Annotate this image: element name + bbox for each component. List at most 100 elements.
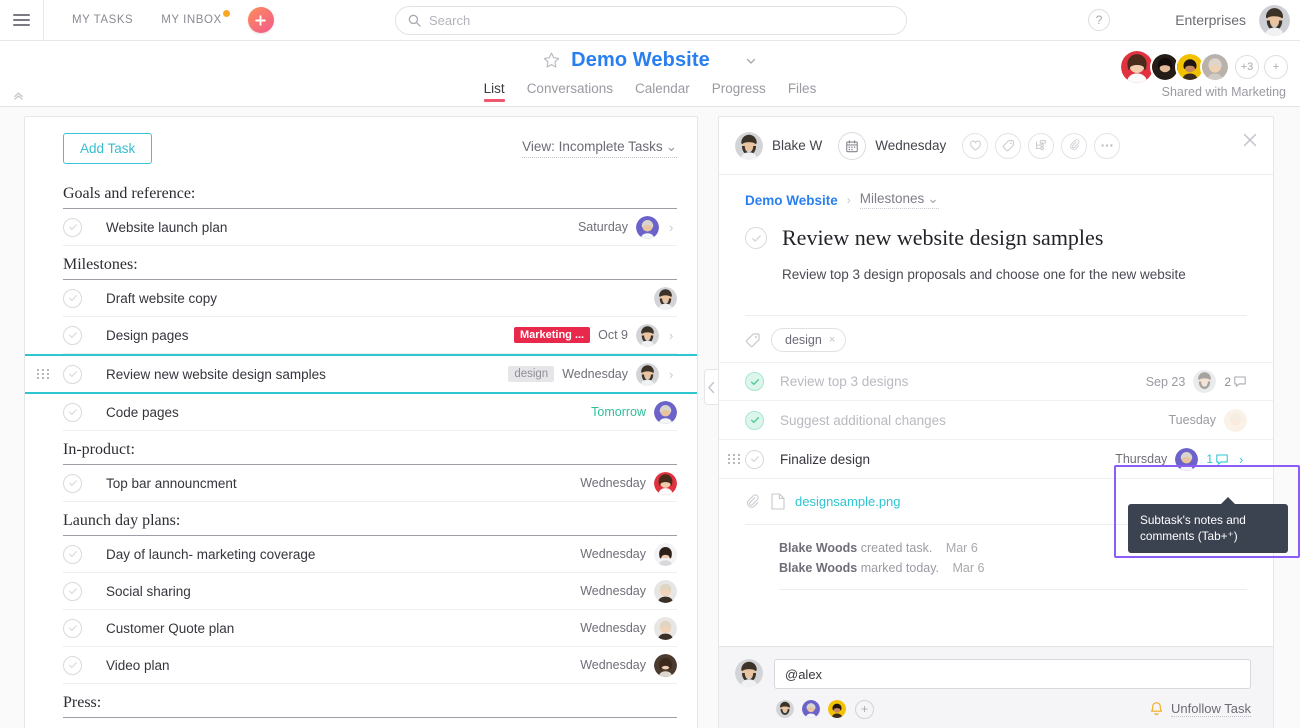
list-item-selected[interactable]: Finalize design Thursday 1 › [719, 440, 1273, 480]
assignee-name[interactable]: Blake W [772, 138, 822, 153]
search-box[interactable] [395, 6, 907, 35]
table-row[interactable]: Draft website copy [63, 280, 677, 317]
subtask-comment-count[interactable]: 1 [1206, 452, 1229, 466]
follower-avatar[interactable] [800, 698, 822, 720]
breadcrumb-section[interactable]: Milestones ⌄ [859, 191, 939, 209]
more-icon[interactable] [1094, 132, 1121, 159]
task-complete-checkbox[interactable] [63, 581, 82, 601]
add-follower-button[interactable]: + [855, 699, 874, 719]
hamburger-menu-icon[interactable] [0, 0, 44, 41]
list-item[interactable]: Review top 3 designs Sep 23 2 [719, 362, 1273, 402]
nav-my-tasks[interactable]: MY TASKS [58, 0, 147, 41]
avatar[interactable] [1175, 447, 1199, 471]
table-row[interactable]: Video plan Wednesday [63, 647, 677, 684]
subtask-icon[interactable] [1028, 132, 1055, 159]
task-complete-checkbox[interactable] [63, 473, 82, 493]
table-row[interactable]: Day of launch- marketing coverage Wednes… [63, 536, 677, 573]
task-project-tag[interactable]: Marketing ... [513, 327, 591, 343]
assignee-avatar[interactable] [735, 131, 763, 160]
avatar[interactable] [654, 542, 677, 566]
task-due-date[interactable]: Wednesday [875, 138, 946, 153]
attachment-icon[interactable] [1061, 132, 1088, 159]
current-user-avatar[interactable] [735, 659, 763, 687]
subtask-complete-checkbox[interactable] [745, 372, 764, 392]
table-row[interactable]: Top bar announcment Wednesday [63, 465, 677, 502]
avatar[interactable] [636, 323, 659, 347]
member-avatar[interactable] [1200, 52, 1230, 82]
nav-my-inbox[interactable]: MY INBOX [147, 0, 235, 41]
view-filter-dropdown[interactable]: View: Incomplete Tasks ⌄ [522, 139, 677, 158]
avatar[interactable] [654, 653, 677, 677]
avatar[interactable] [654, 286, 677, 310]
comment-input[interactable] [774, 659, 1251, 689]
follower-avatar[interactable] [826, 698, 848, 720]
avatar[interactable] [654, 400, 677, 424]
table-row-selected[interactable]: Review new website design samples design… [25, 354, 697, 394]
task-complete-checkbox[interactable] [745, 227, 767, 249]
tab-conversations[interactable]: Conversations [527, 81, 613, 102]
task-complete-checkbox[interactable] [63, 217, 82, 237]
task-complete-checkbox[interactable] [63, 288, 82, 308]
table-row[interactable]: Website launch plan Saturday › [63, 209, 677, 246]
add-member-button[interactable]: + [1264, 55, 1288, 79]
avatar[interactable] [1224, 408, 1247, 432]
table-row[interactable]: Customer Quote plan Wednesday [63, 610, 677, 647]
avatar[interactable] [654, 471, 677, 495]
subtask-complete-checkbox[interactable] [745, 410, 764, 430]
task-complete-checkbox[interactable] [63, 325, 82, 345]
quick-add-button[interactable] [247, 7, 274, 33]
avatar[interactable] [1193, 370, 1217, 394]
check-icon [750, 456, 759, 463]
task-complete-checkbox[interactable] [63, 544, 82, 564]
breadcrumb-project[interactable]: Demo Website [745, 193, 838, 208]
tab-files[interactable]: Files [788, 81, 817, 102]
tab-list[interactable]: List [483, 81, 505, 102]
chevron-right-icon[interactable]: › [1239, 452, 1247, 467]
collapse-detail-panel-button[interactable] [704, 369, 718, 405]
chevron-right-icon[interactable]: › [669, 367, 677, 382]
subtask-complete-checkbox[interactable] [745, 449, 764, 469]
task-title[interactable]: Review new website design samples [782, 225, 1103, 251]
due-date-button[interactable] [838, 131, 867, 160]
remove-tag-icon[interactable]: × [829, 334, 835, 346]
check-icon [68, 332, 77, 339]
current-user-avatar[interactable] [1259, 5, 1290, 36]
task-tag-pill[interactable]: design × [771, 328, 847, 353]
task-complete-checkbox[interactable] [63, 402, 82, 422]
tab-calendar[interactable]: Calendar [635, 81, 690, 102]
star-outline-icon[interactable] [542, 51, 561, 70]
task-complete-checkbox[interactable] [63, 364, 82, 384]
tab-files-label: Files [787, 81, 817, 96]
task-complete-checkbox[interactable] [63, 618, 82, 638]
organization-name[interactable]: Enterprises [1175, 12, 1246, 28]
avatar[interactable] [654, 579, 677, 603]
close-icon[interactable] [1241, 131, 1259, 149]
chevron-right-icon[interactable]: › [669, 328, 677, 343]
chevron-down-icon[interactable] [744, 54, 758, 68]
search-input[interactable] [429, 13, 894, 28]
unfollow-task-button[interactable]: Unfollow Task [1149, 701, 1251, 717]
drag-handle-icon[interactable] [37, 369, 49, 379]
table-row[interactable]: Design pages Marketing ... Oct 9 › [63, 317, 677, 354]
help-button[interactable]: ? [1088, 9, 1110, 31]
drag-handle-icon[interactable] [728, 454, 741, 465]
task-tag[interactable]: design [508, 366, 555, 382]
attachment-name[interactable]: designsample.png [795, 494, 901, 509]
chevron-right-icon[interactable]: › [669, 220, 677, 235]
members-overflow-count[interactable]: +3 [1235, 55, 1259, 79]
page-title[interactable]: Demo Website [571, 49, 710, 72]
follower-avatar[interactable] [774, 698, 796, 720]
avatar[interactable] [636, 215, 659, 239]
heart-icon[interactable] [962, 132, 989, 159]
tab-progress[interactable]: Progress [712, 81, 766, 102]
add-task-button[interactable]: Add Task [63, 133, 153, 164]
task-description[interactable]: Review top 3 design proposals and choose… [782, 265, 1247, 285]
task-complete-checkbox[interactable] [63, 655, 82, 675]
tag-icon[interactable] [995, 132, 1022, 159]
avatar[interactable] [636, 362, 659, 386]
list-item[interactable]: Suggest additional changes Tuesday [719, 401, 1273, 441]
avatar[interactable] [654, 616, 677, 640]
subtask-comment-count[interactable]: 2 [1224, 375, 1247, 389]
table-row[interactable]: Social sharing Wednesday [63, 573, 677, 610]
table-row[interactable]: Code pages Tomorrow [63, 394, 677, 431]
